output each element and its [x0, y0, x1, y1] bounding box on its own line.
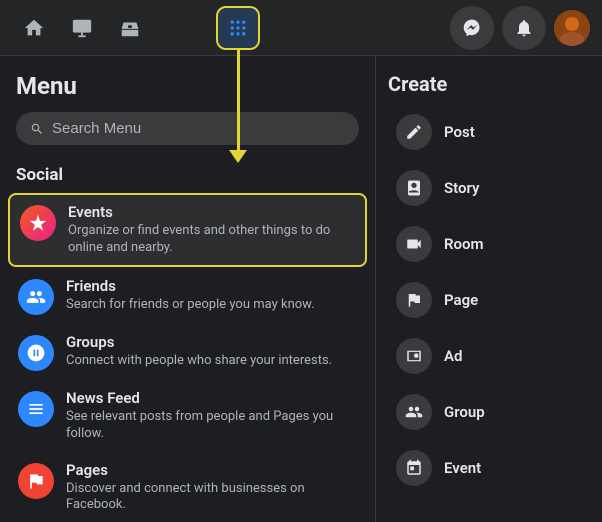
menu-item-friends[interactable]: Friends Search for friends or people you…	[8, 269, 367, 323]
avatar[interactable]	[554, 10, 590, 46]
search-icon	[30, 122, 44, 136]
events-desc: Organize or find events and other things…	[68, 223, 355, 257]
create-ad[interactable]: Ad	[388, 328, 590, 384]
friends-desc: Search for friends or people you may kno…	[66, 297, 357, 314]
search-bar[interactable]	[16, 112, 359, 145]
events-title: Events	[68, 203, 355, 221]
menu-title: Menu	[8, 72, 367, 112]
friends-title: Friends	[66, 277, 357, 295]
post-label: Post	[444, 123, 475, 141]
create-group[interactable]: Group	[388, 384, 590, 440]
pages-title: Pages	[66, 461, 357, 479]
create-page[interactable]: Page	[388, 272, 590, 328]
right-panel: Create Post Story	[375, 56, 602, 522]
pages-text: Pages Discover and connect with business…	[66, 461, 357, 515]
groups-desc: Connect with people who share your inter…	[66, 353, 357, 370]
groups-title: Groups	[66, 333, 357, 351]
newsfeed-text: News Feed See relevant posts from people…	[66, 389, 357, 443]
left-panel: Menu Social Events Organize or find even…	[0, 56, 375, 522]
menu-item-pages[interactable]: Pages Discover and connect with business…	[8, 453, 367, 522]
page-icon	[396, 282, 432, 318]
main-content: Menu Social Events Organize or find even…	[0, 56, 602, 522]
pages-desc: Discover and connect with businesses on …	[66, 481, 357, 515]
room-icon	[396, 226, 432, 262]
messenger-icon[interactable]	[450, 6, 494, 50]
create-post[interactable]: Post	[388, 104, 590, 160]
newsfeed-icon	[18, 391, 54, 427]
room-label: Room	[444, 235, 484, 253]
friends-text: Friends Search for friends or people you…	[66, 277, 357, 314]
group-label: Group	[444, 403, 485, 421]
newsfeed-title: News Feed	[66, 389, 357, 407]
topbar	[0, 0, 602, 56]
groups-icon	[18, 335, 54, 371]
group-icon	[396, 394, 432, 430]
watch-icon[interactable]	[60, 6, 104, 50]
topbar-left	[12, 6, 152, 50]
story-label: Story	[444, 179, 479, 197]
event-label: Event	[444, 459, 481, 477]
story-icon	[396, 170, 432, 206]
ad-icon	[396, 338, 432, 374]
create-event[interactable]: Event	[388, 440, 590, 496]
marketplace-icon[interactable]	[108, 6, 152, 50]
menu-item-newsfeed[interactable]: News Feed See relevant posts from people…	[8, 381, 367, 451]
topbar-right	[450, 6, 590, 50]
groups-text: Groups Connect with people who share you…	[66, 333, 357, 370]
menu-item-events[interactable]: Events Organize or find events and other…	[8, 193, 367, 267]
social-section-label: Social	[8, 161, 367, 193]
page-label: Page	[444, 291, 478, 309]
search-input[interactable]	[52, 120, 345, 137]
menu-grid-icon[interactable]	[216, 6, 260, 50]
events-text: Events Organize or find events and other…	[68, 203, 355, 257]
notifications-icon[interactable]	[502, 6, 546, 50]
events-icon	[20, 205, 56, 241]
home-icon[interactable]	[12, 6, 56, 50]
newsfeed-desc: See relevant posts from people and Pages…	[66, 409, 357, 443]
ad-label: Ad	[444, 347, 462, 365]
create-story[interactable]: Story	[388, 160, 590, 216]
event-icon	[396, 450, 432, 486]
post-icon	[396, 114, 432, 150]
menu-item-groups[interactable]: Groups Connect with people who share you…	[8, 325, 367, 379]
create-title: Create	[388, 72, 590, 96]
create-room[interactable]: Room	[388, 216, 590, 272]
pages-icon	[18, 463, 54, 499]
friends-icon	[18, 279, 54, 315]
